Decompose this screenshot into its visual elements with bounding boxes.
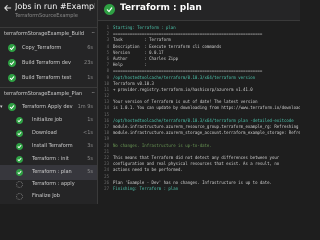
success-check-icon [16, 156, 23, 163]
success-check-icon [16, 169, 23, 176]
jobs-panel-header: Jobs in run #Example... TerraformSourceE… [0, 0, 97, 27]
log-line-number: 27 [104, 185, 109, 191]
pending-status-icon [16, 193, 23, 200]
stage-label: terraformStorageExample_Plan [4, 91, 83, 97]
success-check-icon [16, 143, 23, 150]
success-check-icon [8, 74, 16, 82]
job-label: Copy_Terraform [22, 45, 62, 51]
job-duration: 6s [87, 45, 93, 51]
job-terraform-apply-dev[interactable]: ▾ Terraform Apply dev 1m 9s [0, 100, 97, 114]
job-duration: 1m 9s [77, 104, 93, 110]
job-label: Build Terraform dev [22, 60, 71, 66]
success-check-icon [104, 4, 115, 15]
success-check-icon [16, 117, 23, 124]
success-check-icon [8, 103, 16, 111]
back-arrow-icon[interactable] [3, 3, 12, 13]
log-output: 1 Starting: Terraform : plan 2 ============… [98, 25, 300, 204]
jobs-panel: Jobs in run #Example... TerraformSourceE… [0, 0, 98, 204]
log-line: 27 Finishing: Terraform : plan [98, 186, 300, 192]
run-subtitle: TerraformSourceExample [15, 13, 78, 19]
job-duration: 23s [84, 60, 93, 66]
success-check-icon [8, 59, 16, 67]
stage-plan[interactable]: terraformStorageExample_Plan ··· [0, 89, 97, 99]
chevron-down-icon[interactable]: ▾ [0, 104, 3, 110]
more-options-icon[interactable]: ··· [91, 89, 95, 99]
log-header: Terraform : plan [98, 0, 300, 21]
log-panel: Terraform : plan 1 Starting: Terraform : … [98, 0, 300, 204]
step-label: Finalize Job [32, 193, 60, 199]
job-label: Terraform Apply dev [22, 104, 73, 110]
stage-label: terraformStorageExample_Build [4, 31, 85, 37]
log-line-text: Finishing: Terraform : plan [113, 185, 179, 191]
run-title: Jobs in run #Example... [15, 2, 95, 11]
job-build-terraform-dev[interactable]: Build Terraform dev 23s [0, 56, 97, 70]
log-title: Terraform : plan [120, 3, 202, 13]
success-check-icon [16, 130, 23, 137]
job-build-terraform-test[interactable]: Build Terraform test 1s [0, 71, 97, 85]
job-duration: 1s [87, 75, 93, 81]
stage-build[interactable]: terraformStorageExample_Build ··· [0, 29, 97, 39]
job-copy-terraform[interactable]: Copy_Terraform 6s [0, 41, 97, 55]
success-check-icon [8, 44, 16, 52]
header-divider [0, 27, 97, 28]
stage-divider [0, 87, 97, 88]
step-finalize-job[interactable]: Finalize Job [0, 189, 97, 204]
more-options-icon[interactable]: ··· [91, 29, 95, 39]
pending-status-icon [16, 181, 23, 188]
job-label: Build Terraform test [22, 75, 72, 81]
